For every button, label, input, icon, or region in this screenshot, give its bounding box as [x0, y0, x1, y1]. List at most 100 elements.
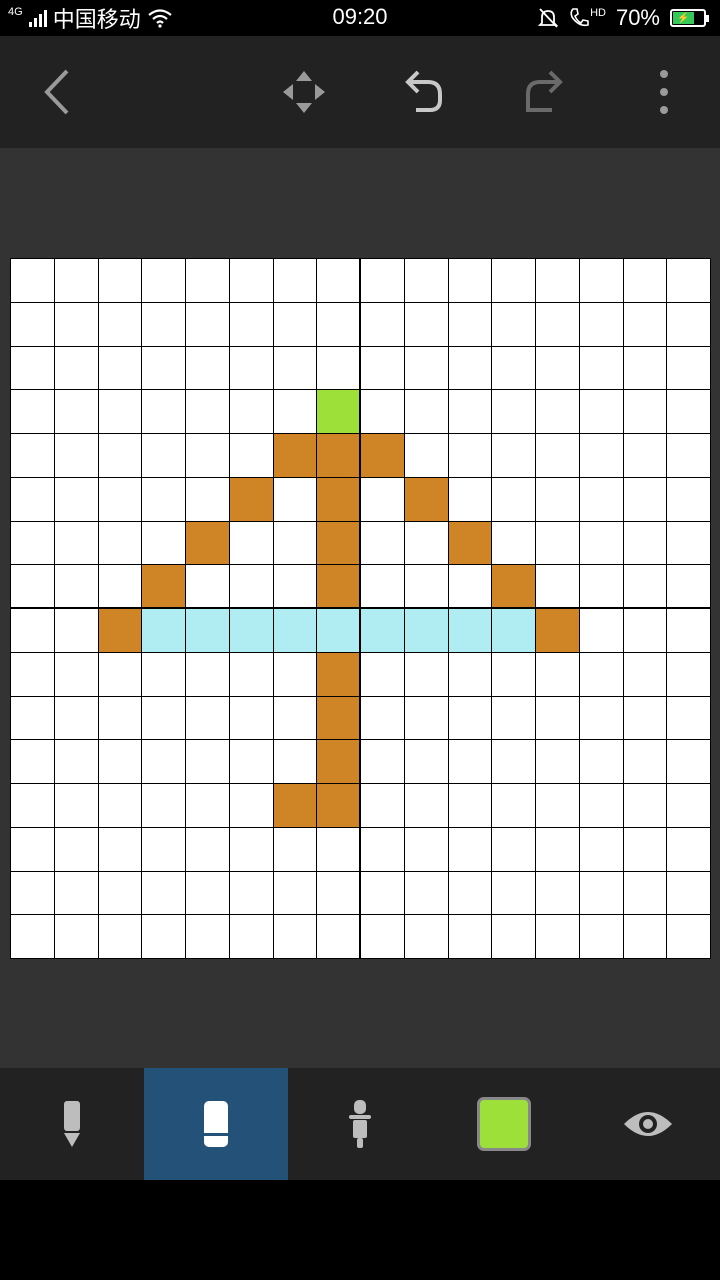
grid-cell[interactable] [229, 827, 273, 871]
grid-cell[interactable] [11, 302, 54, 346]
grid-cell[interactable] [448, 302, 492, 346]
grid-cell[interactable] [404, 871, 448, 915]
grid-cell[interactable] [186, 259, 229, 302]
grid-cell[interactable] [317, 784, 360, 827]
grid-cell[interactable] [273, 302, 317, 346]
grid-cell[interactable] [448, 434, 492, 477]
grid-cell[interactable] [186, 565, 229, 608]
grid-cell[interactable] [361, 609, 404, 652]
grid-cell[interactable] [667, 346, 710, 390]
grid-cell[interactable] [623, 609, 667, 652]
grid-cell[interactable] [448, 565, 492, 608]
grid-cell[interactable] [186, 609, 229, 652]
grid-cell[interactable] [98, 740, 142, 783]
grid-cell[interactable] [273, 871, 317, 915]
grid-cell[interactable] [361, 652, 404, 696]
grid-cell[interactable] [579, 259, 623, 302]
grid-cell[interactable] [317, 346, 360, 390]
grid-cell[interactable] [492, 609, 535, 652]
grid-cell[interactable] [54, 784, 98, 827]
grid-cell[interactable] [536, 740, 579, 783]
grid-cell[interactable] [667, 696, 710, 740]
grid-cell[interactable] [536, 784, 579, 827]
grid-cell[interactable] [229, 346, 273, 390]
grid-cell[interactable] [404, 521, 448, 565]
grid-cell[interactable] [536, 609, 579, 652]
grid-cell[interactable] [448, 390, 492, 433]
grid-cell[interactable] [579, 521, 623, 565]
grid-cell[interactable] [448, 696, 492, 740]
grid-cell[interactable] [229, 565, 273, 608]
grid-cell[interactable] [98, 784, 142, 827]
grid-cell[interactable] [54, 696, 98, 740]
grid-cell[interactable] [273, 565, 317, 608]
grid-cell[interactable] [623, 740, 667, 783]
grid-cell[interactable] [536, 565, 579, 608]
grid-cell[interactable] [317, 915, 360, 958]
grid-cell[interactable] [229, 259, 273, 302]
grid-cell[interactable] [492, 784, 535, 827]
grid-cell[interactable] [667, 521, 710, 565]
grid-cell[interactable] [229, 784, 273, 827]
grid-cell[interactable] [98, 652, 142, 696]
grid-cell[interactable] [142, 871, 185, 915]
grid-cell[interactable] [11, 434, 54, 477]
grid-cell[interactable] [623, 565, 667, 608]
grid-cell[interactable] [317, 477, 360, 521]
grid-cell[interactable] [361, 915, 404, 958]
grid-cell[interactable] [142, 302, 185, 346]
grid-cell[interactable] [536, 346, 579, 390]
grid-cell[interactable] [11, 390, 54, 433]
grid-cell[interactable] [317, 390, 360, 433]
grid-cell[interactable] [98, 565, 142, 608]
grid-cell[interactable] [667, 740, 710, 783]
grid-cell[interactable] [142, 915, 185, 958]
grid-cell[interactable] [54, 302, 98, 346]
grid-cell[interactable] [536, 259, 579, 302]
grid-cell[interactable] [404, 740, 448, 783]
grid-cell[interactable] [448, 477, 492, 521]
grid-cell[interactable] [11, 609, 54, 652]
grid-cell[interactable] [273, 609, 317, 652]
grid-cell[interactable] [229, 696, 273, 740]
grid-cell[interactable] [142, 784, 185, 827]
grid-cell[interactable] [667, 871, 710, 915]
grid-cell[interactable] [54, 827, 98, 871]
grid-cell[interactable] [361, 259, 404, 302]
grid-cell[interactable] [579, 434, 623, 477]
grid-cell[interactable] [186, 477, 229, 521]
grid-cell[interactable] [11, 915, 54, 958]
grid-cell[interactable] [273, 740, 317, 783]
grid-cell[interactable] [623, 346, 667, 390]
grid-cell[interactable] [186, 696, 229, 740]
grid-cell[interactable] [54, 521, 98, 565]
grid-cell[interactable] [11, 696, 54, 740]
grid-cell[interactable] [623, 302, 667, 346]
grid-cell[interactable] [98, 871, 142, 915]
grid-cell[interactable] [404, 390, 448, 433]
grid-cell[interactable] [492, 346, 535, 390]
grid-cell[interactable] [404, 434, 448, 477]
back-button[interactable] [26, 62, 86, 122]
grid-cell[interactable] [536, 302, 579, 346]
grid-cell[interactable] [98, 302, 142, 346]
grid-cell[interactable] [404, 565, 448, 608]
grid-cell[interactable] [623, 521, 667, 565]
grid-cell[interactable] [623, 827, 667, 871]
grid-cell[interactable] [579, 609, 623, 652]
grid-cell[interactable] [186, 784, 229, 827]
grid-cell[interactable] [11, 521, 54, 565]
grid-cell[interactable] [273, 521, 317, 565]
grid-cell[interactable] [667, 302, 710, 346]
grid-cell[interactable] [492, 521, 535, 565]
grid-cell[interactable] [317, 521, 360, 565]
pencil-tool[interactable] [0, 1068, 144, 1180]
grid-cell[interactable] [579, 696, 623, 740]
grid-cell[interactable] [11, 784, 54, 827]
grid-cell[interactable] [54, 740, 98, 783]
grid-cell[interactable] [273, 827, 317, 871]
grid-cell[interactable] [623, 434, 667, 477]
grid-cell[interactable] [448, 259, 492, 302]
grid-cell[interactable] [536, 652, 579, 696]
grid-cell[interactable] [492, 871, 535, 915]
